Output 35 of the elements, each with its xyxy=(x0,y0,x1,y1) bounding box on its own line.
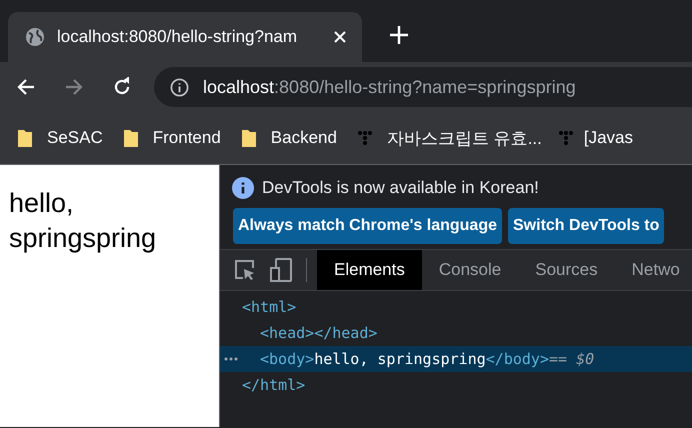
close-icon[interactable] xyxy=(334,31,346,43)
address-bar[interactable]: localhost:8080/hello-string?name=springspring xyxy=(154,67,692,107)
globe-icon xyxy=(25,27,45,47)
devtools-tab[interactable]: Elements xyxy=(317,250,422,290)
folder-icon xyxy=(240,128,257,148)
dots-icon xyxy=(558,130,574,146)
bookmark[interactable]: SeSAC xyxy=(17,128,103,148)
dots-icon xyxy=(356,130,373,146)
language-button[interactable]: Switch DevTools to xyxy=(508,208,664,244)
bookmark[interactable]: Backend xyxy=(240,128,337,148)
folder-icon xyxy=(17,128,33,148)
info-icon[interactable] xyxy=(170,78,189,96)
inspect-icon[interactable] xyxy=(234,259,256,281)
new-tab-icon[interactable] xyxy=(390,26,408,44)
info-icon xyxy=(232,177,254,199)
browser-tab[interactable]: localhost:8080/hello-string?nam xyxy=(8,12,362,62)
bookmark[interactable]: 자바스크립트 유효... xyxy=(356,126,542,150)
dom-node[interactable]: <head></head> xyxy=(260,324,378,342)
notice-text: DevTools is now available in Korean! xyxy=(262,178,539,198)
more-icon[interactable] xyxy=(224,357,238,361)
url-text: localhost:8080/hello-string?name=springspring xyxy=(203,76,576,98)
devtools-tab[interactable]: Sources xyxy=(518,250,615,290)
bookmark[interactable]: [Javas xyxy=(558,128,634,148)
bookmark[interactable]: Frontend xyxy=(122,128,221,148)
language-button[interactable]: Always match Chrome's language xyxy=(233,208,502,244)
reload-icon[interactable] xyxy=(112,77,132,97)
device-icon[interactable] xyxy=(270,258,292,282)
dom-node[interactable]: <html> xyxy=(242,298,296,316)
back-arrow-icon[interactable] xyxy=(16,77,36,97)
devtools-tab[interactable]: Netwo xyxy=(614,250,680,290)
folder-icon xyxy=(122,128,139,148)
dom-node[interactable]: <body>hello, springspring</body>== $0 xyxy=(260,350,594,368)
devtools-tab[interactable]: Console xyxy=(422,250,518,290)
dom-node[interactable]: </html> xyxy=(242,376,306,394)
page-text: hello, springspring xyxy=(9,187,158,256)
